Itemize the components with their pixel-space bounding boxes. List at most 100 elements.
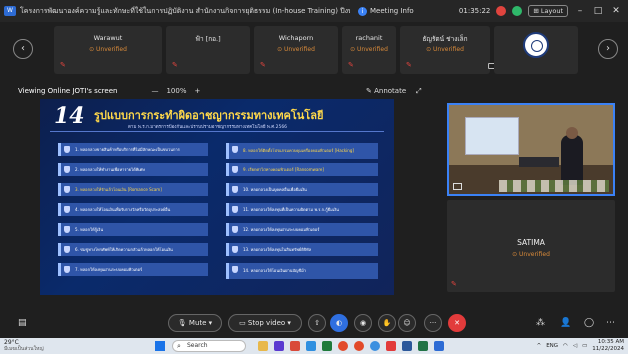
participant-status: ⊙ Unverified [426,46,464,53]
file-explorer-icon[interactable] [258,341,268,351]
weather-widget[interactable]: 29°C มีเมฆเป็นส่วนใหญ่ [4,339,44,353]
close-button[interactable]: ✕ [610,6,622,16]
maximize-button[interactable]: □ [592,6,604,16]
participant-strip: ‹ Waraw­ut ⊙ Unverified ✎ ฟ้า [กอ.] ✎ Wi… [0,22,628,80]
slide-item: 12. หลอกลวงให้ลงทุนผ่านระบบคอมพิวเตอร์ [226,223,378,236]
mic-off-icon: ✎ [451,280,457,288]
chrome-icon[interactable] [338,341,348,351]
speaker-figure [561,135,583,185]
projector-screen [465,117,519,155]
battery-icon[interactable]: ▭ [582,343,587,349]
title-bar: W โครงการพัฒนาองค์ความรู้และทักษะที่ใช้ใ… [0,0,628,22]
layout-button[interactable]: ⊞ Layout [528,5,568,17]
more-panel-icon[interactable]: ⋯ [606,318,615,328]
status-text: Unverified [357,46,388,53]
connection-icon[interactable] [512,6,523,16]
webex-icon[interactable] [434,341,444,351]
taskbar-app-icon[interactable] [274,341,284,351]
speaker-head [566,127,578,139]
annotate-label: Annotate [374,87,407,95]
expand-icon[interactable]: ⤢ [416,87,422,96]
taskbar-app-icon[interactable] [322,341,332,351]
browser-icon[interactable] [370,341,380,351]
screen-icon [453,183,462,190]
clock-time: 10:35 AM [597,339,624,345]
participant-name: ฟ้า [กอ.] [195,35,221,43]
participant-tile[interactable]: Waraw­ut ⊙ Unverified ✎ [54,26,162,74]
zoom-out-button[interactable]: — [151,87,158,95]
slide-item: 9. เรียกค่าไถ่ทางคอมพิวเตอร์ [Ransomware… [226,163,378,176]
raise-hand-button[interactable]: ✋ [378,314,396,332]
slide-item: 13. หลอกลวงให้ลงทุนในสินทรัพย์ดิจิทัล [226,243,378,256]
zoom-in-button[interactable]: + [194,87,200,95]
screen-share-header: Viewing Online JOTI's screen — 100% + ✎ … [0,84,440,98]
share-button[interactable]: ⇧ [308,314,326,332]
participant-tile[interactable]: ฟ้า [กอ.] ✎ [166,26,250,74]
status-text: Unverified [96,46,127,53]
previous-page-button[interactable]: ‹ [13,39,33,59]
apps-icon[interactable]: ⁂ [536,318,545,328]
meeting-info-button[interactable]: i Meeting Info [358,6,414,16]
clock-date: 11/22/2024 [592,346,624,352]
participant-tile[interactable]: ธัญรัตน์ ช่างเล็ก ⊙ Unverified ✎ [400,26,496,74]
participant-name: ธัญรัตน์ ช่างเล็ก [422,35,468,43]
annotate-button[interactable]: ✎ Annotate [366,87,406,95]
organization-seal-icon [523,32,549,58]
microphone-icon: 🎙 [177,319,187,327]
taskbar-app-icon[interactable] [306,341,316,351]
leave-meeting-button[interactable]: ✕ [448,314,466,332]
meeting-info-label: Meeting Info [370,7,414,15]
ai-assistant-button[interactable]: ◐ [330,314,348,332]
slide-item: 14. หลอกลวงให้โอนเงินผ่านบัญชีม้า [226,263,378,279]
participant-status: ⊙ Unverified [89,46,127,53]
slide-item: 11. หลอกลวงให้ลงทุนที่เป็นความผิดตาม พ.ร… [226,203,378,216]
participant-tile-satima[interactable]: SATIMA ⊙ Unverified ✎ [447,200,615,292]
participant-tile[interactable]: Wichaporn ⊙ Unverified ✎ [254,26,338,74]
language-indicator[interactable]: ENG [546,343,558,349]
os-taskbar: 29°C มีเมฆเป็นส่วนใหญ่ Search ^ ENG ◠ ◁ … [0,338,628,354]
slide-item: 6. ข่มขู่ทางโทรศัพท์ให้เกิดความกลัวแล้วห… [58,243,208,256]
volume-icon[interactable]: ◁ [573,343,577,349]
app-logo-icon: W [4,6,16,16]
speaker-video-tile[interactable] [447,103,615,196]
slide-item: 3. หลอกลวงให้รักแล้วโอนเงิน [Romance Sca… [58,183,208,196]
more-options-button[interactable]: ··· [424,314,442,332]
slide-item: 1. หลอกลวงขายสินค้าหรือบริการที่ไม่มีลัก… [58,143,208,156]
taskbar-app-icon[interactable] [290,341,300,351]
taskbar-clock[interactable]: 10:35 AM 11/22/2024 [592,339,624,353]
mic-off-icon: ✎ [260,61,266,69]
participant-tile[interactable]: rachanit ⊙ Unverified ✎ [342,26,396,74]
participant-status: ⊙ Unverified [277,46,315,53]
status-text: Unverified [519,251,550,258]
weather-temp: 29°C [4,339,19,346]
taskbar-app-icon[interactable] [386,341,396,351]
recording-icon[interactable] [496,6,507,16]
slide-title: รูปแบบการกระทำผิดอาชญากรรมทางเทคโนโลยี [94,109,324,122]
next-page-button[interactable]: › [598,39,618,59]
word-icon[interactable] [402,341,412,351]
participants-icon[interactable]: 👤 [560,318,571,328]
mute-button[interactable]: 🎙 Mute ▾ [168,314,222,332]
chat-icon[interactable]: ▤ [18,318,27,328]
meeting-title: โครงการพัฒนาองค์ความรู้และทักษะที่ใช้ในก… [20,6,350,15]
minimize-button[interactable]: – [574,6,586,16]
windows-start-icon[interactable] [155,341,165,351]
room-decoration [499,180,609,192]
mic-off-icon: ✎ [406,61,412,69]
slide-item: 2. หลอกลวงให้ทำงานเพื่อหารายได้พิเศษ [58,163,208,176]
status-text: Unverified [433,46,464,53]
camera-icon: ▭ [239,319,246,327]
excel-icon[interactable] [418,341,428,351]
slide-item: 4. หลอกลวงให้โอนเงินเพื่อรับรางวัลหรือวั… [58,203,208,216]
taskbar-search[interactable]: Search [172,340,246,352]
chat-panel-icon[interactable]: ◯ [584,318,594,328]
wifi-icon[interactable]: ◠ [563,343,568,349]
record-button[interactable]: ◉ [354,314,372,332]
tray-chevron-icon[interactable]: ^ [537,343,542,349]
participant-status: ⊙ Unverified [512,251,550,258]
reactions-button[interactable]: ☺ [398,314,416,332]
participant-tile[interactable] [494,26,578,74]
browser-icon[interactable] [354,341,364,351]
stop-video-button[interactable]: ▭ Stop video ▾ [228,314,302,332]
participant-name: Waraw­ut [93,34,123,42]
